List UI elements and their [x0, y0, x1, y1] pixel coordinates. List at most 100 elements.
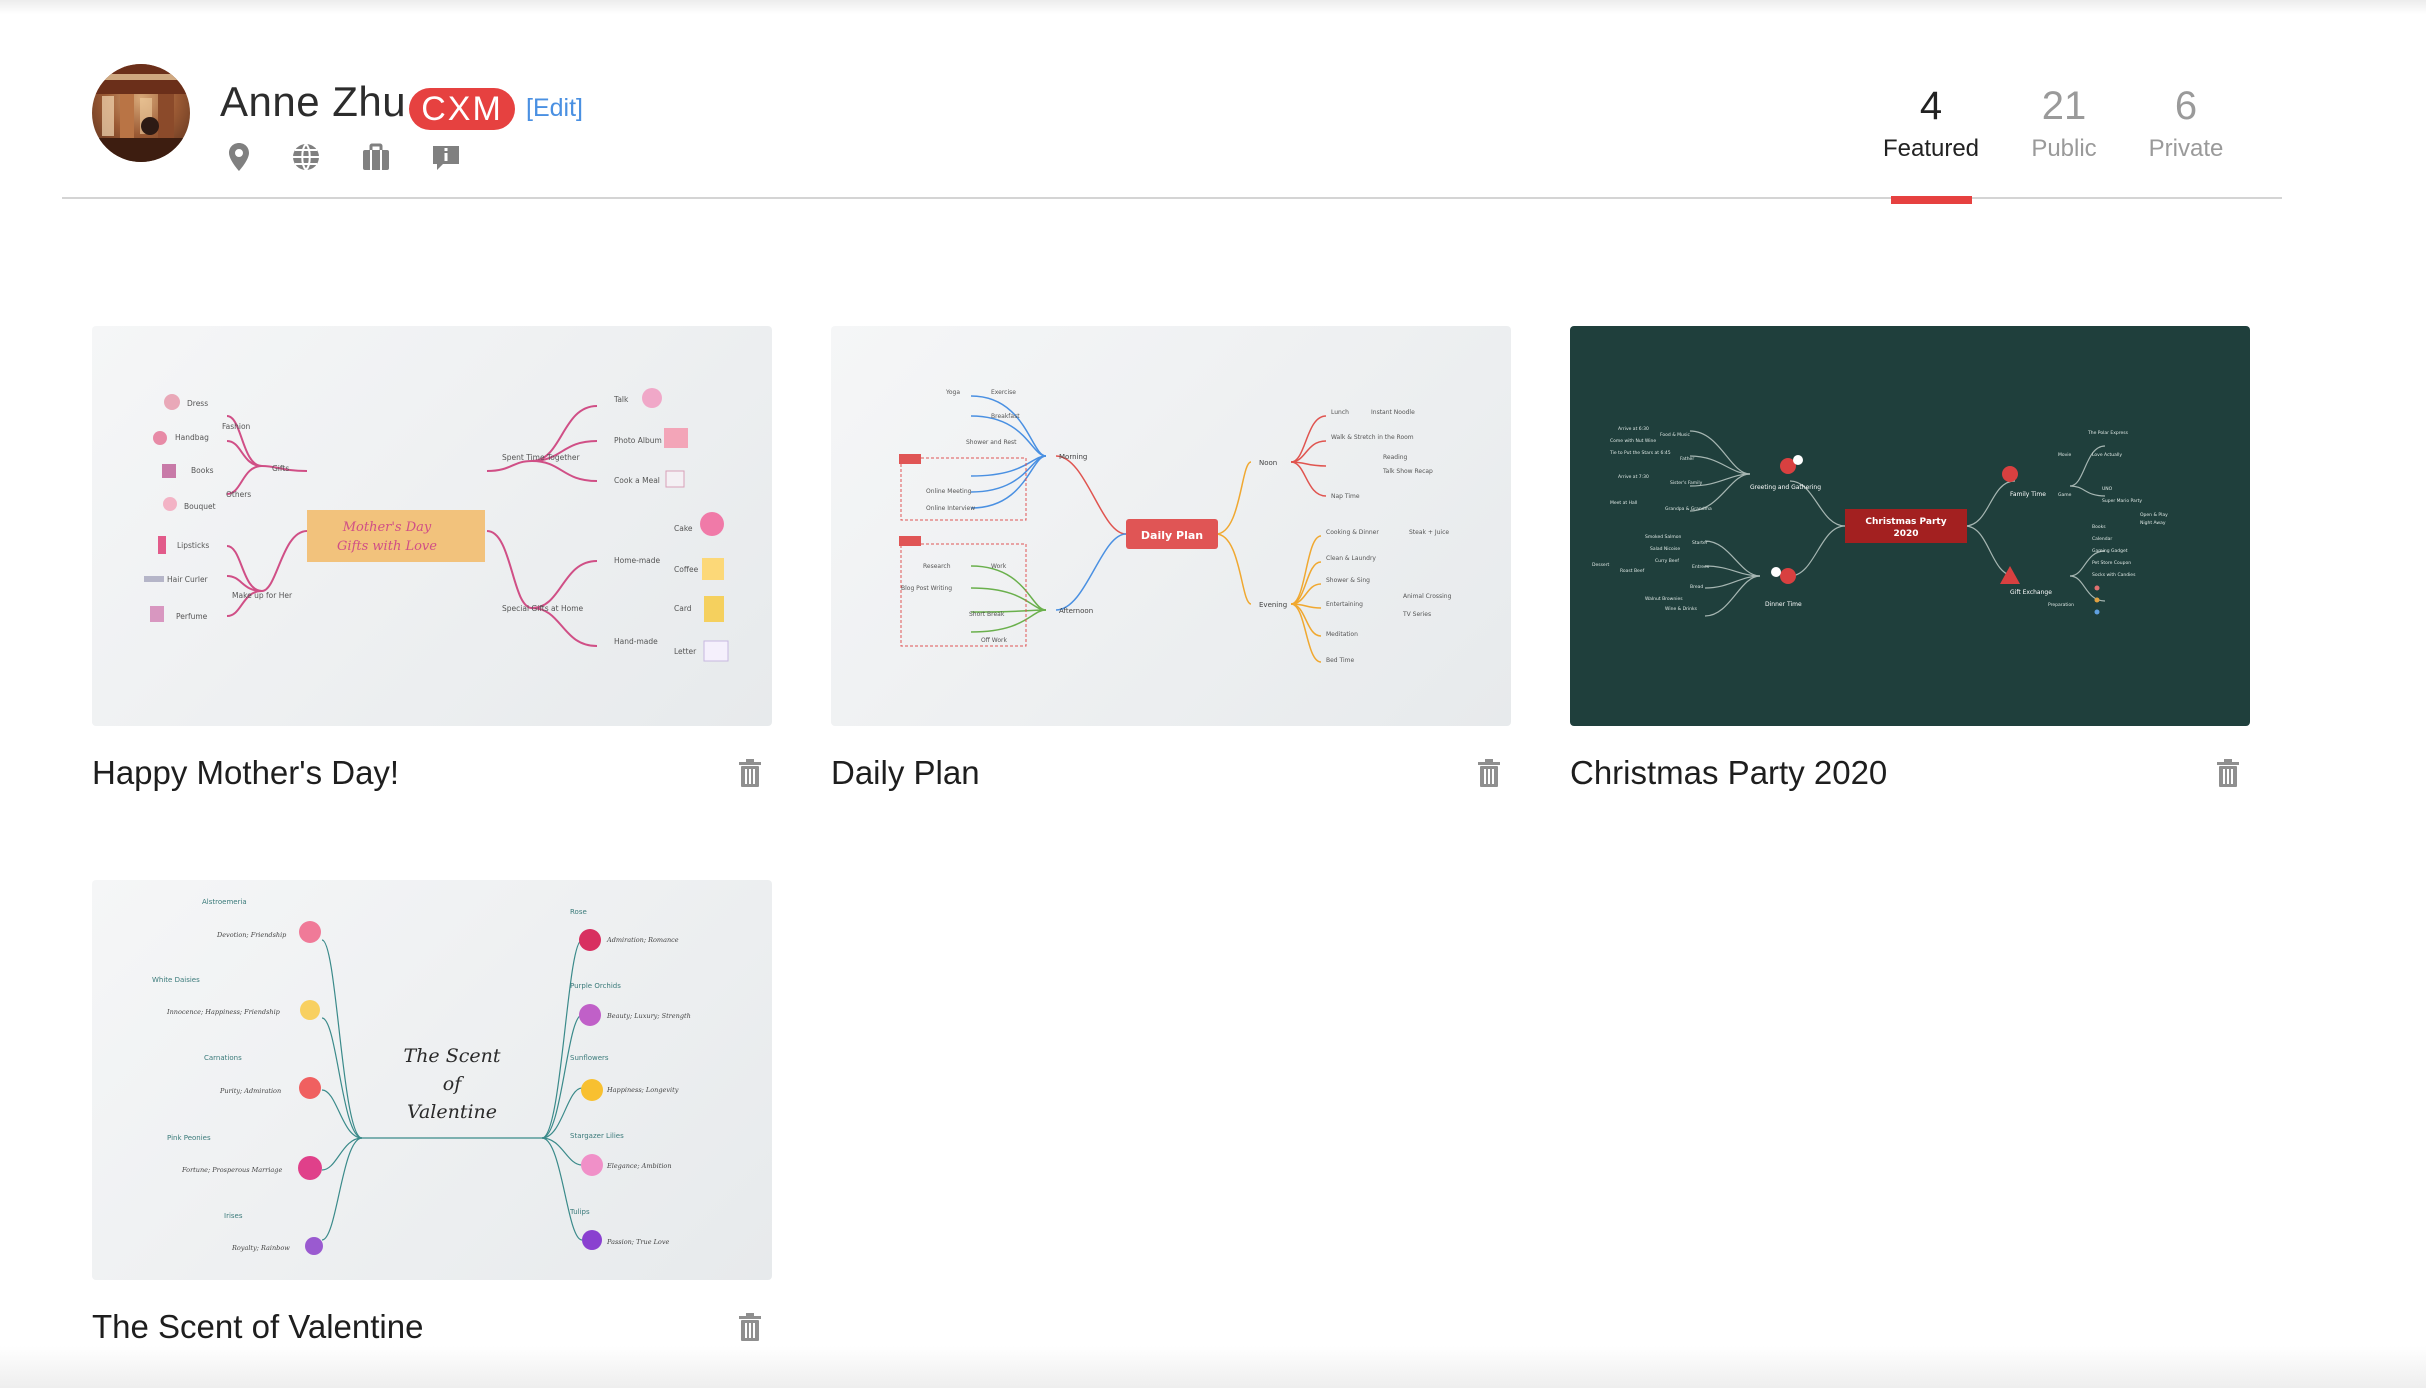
map-card: Christmas Party 2020 Greeting and Gather…	[1570, 326, 2250, 791]
trash-icon[interactable]	[738, 1312, 762, 1342]
map-thumbnail[interactable]: Daily Plan Morning Afternoon Noon Evenin…	[831, 326, 1511, 726]
svg-text:Super Mario Party: Super Mario Party	[2102, 498, 2142, 504]
svg-text:Letter: Letter	[674, 647, 697, 656]
trash-icon[interactable]	[2216, 758, 2240, 788]
svg-text:Curry Beef: Curry Beef	[1655, 558, 1679, 564]
svg-text:Pet Store Coupon: Pet Store Coupon	[2092, 560, 2131, 566]
svg-text:Gift Exchange: Gift Exchange	[2010, 589, 2052, 596]
bottom-shade	[0, 1346, 2426, 1388]
svg-text:Tie to Put the Stars at 6:45: Tie to Put the Stars at 6:45	[1609, 450, 1671, 456]
info-bubble-icon[interactable]	[429, 140, 463, 174]
tab-private[interactable]: 6 Private	[2111, 78, 2261, 164]
trash-icon[interactable]	[738, 758, 762, 788]
map-thumbnail[interactable]: Mother's Day Gifts with Love Gifts Make …	[92, 326, 772, 726]
svg-text:Gifts with Love: Gifts with Love	[337, 539, 437, 554]
featured-count: 4	[1919, 84, 1943, 128]
svg-text:Animal Crossing: Animal Crossing	[1403, 593, 1452, 600]
svg-text:Card: Card	[674, 604, 692, 613]
svg-text:Make up for Her: Make up for Her	[232, 591, 293, 600]
edit-profile-link[interactable]: [Edit]	[526, 94, 583, 123]
svg-text:Yoga: Yoga	[945, 389, 960, 396]
svg-text:Royalty; Rainbow: Royalty; Rainbow	[231, 1244, 290, 1252]
svg-text:Talk Show Recap: Talk Show Recap	[1382, 468, 1433, 475]
svg-text:Cake: Cake	[674, 524, 693, 533]
trash-icon[interactable]	[1477, 758, 1501, 788]
svg-text:Morning: Morning	[1059, 453, 1087, 461]
svg-text:Dessert: Dessert	[1592, 562, 1610, 568]
map-title[interactable]: Happy Mother's Day!	[92, 754, 399, 792]
svg-text:Arrive at 7:30: Arrive at 7:30	[1618, 474, 1649, 480]
svg-text:Smoked Salmon: Smoked Salmon	[1645, 534, 1681, 540]
svg-text:Grandpa & Grandma: Grandpa & Grandma	[1665, 506, 1712, 512]
svg-text:Clean & Laundry: Clean & Laundry	[1326, 555, 1376, 562]
globe-icon[interactable]	[289, 140, 323, 174]
svg-text:Breakfast: Breakfast	[991, 413, 1020, 420]
map-title[interactable]: The Scent of Valentine	[92, 1308, 423, 1346]
svg-text:Night Away: Night Away	[2140, 520, 2166, 526]
svg-text:Love Actually: Love Actually	[2092, 452, 2122, 458]
svg-text:Cooking & Dinner: Cooking & Dinner	[1326, 529, 1379, 536]
svg-text:Bed Time: Bed Time	[1326, 657, 1355, 664]
active-tab-indicator	[1891, 196, 1972, 204]
svg-text:Mother's Day: Mother's Day	[342, 520, 432, 535]
svg-text:Calendar: Calendar	[2092, 536, 2112, 542]
svg-text:Nap Time: Nap Time	[1331, 493, 1360, 500]
svg-text:Bread: Bread	[1690, 584, 1703, 590]
tab-featured[interactable]: 4 Featured	[1856, 78, 2006, 164]
svg-text:Special Gifts at Home: Special Gifts at Home	[502, 604, 583, 613]
svg-text:Greeting and Gathering: Greeting and Gathering	[1750, 484, 1821, 491]
svg-text:Shower & Sing: Shower & Sing	[1326, 577, 1370, 584]
svg-text:Father: Father	[1680, 456, 1694, 462]
map-center-node	[307, 510, 485, 562]
svg-text:Entrees: Entrees	[1692, 564, 1710, 570]
svg-text:Alstroemeria: Alstroemeria	[202, 898, 247, 906]
svg-text:Evening: Evening	[1259, 601, 1287, 609]
svg-text:of: of	[443, 1073, 464, 1095]
location-pin-icon[interactable]	[222, 140, 256, 174]
map-thumbnail[interactable]: The Scent of Valentine Alstroemeria Whit…	[92, 880, 772, 1280]
svg-text:Handbag: Handbag	[175, 433, 209, 442]
svg-text:Instant Noodle: Instant Noodle	[1371, 409, 1415, 416]
private-label: Private	[2148, 135, 2224, 162]
svg-text:Purple Orchids: Purple Orchids	[570, 982, 621, 990]
svg-text:Entertaining: Entertaining	[1326, 601, 1363, 608]
svg-text:Christmas Party: Christmas Party	[1865, 517, 1946, 527]
map-thumbnail[interactable]: Christmas Party 2020 Greeting and Gather…	[1570, 326, 2250, 726]
svg-text:Stargazer Lilies: Stargazer Lilies	[570, 1132, 624, 1140]
svg-text:Roast Beef: Roast Beef	[1620, 568, 1645, 574]
svg-text:Family Time: Family Time	[2010, 491, 2046, 498]
svg-text:Online Interview: Online Interview	[926, 505, 975, 512]
svg-text:Rose: Rose	[570, 908, 587, 916]
svg-text:Come with Nut Wine: Come with Nut Wine	[1610, 438, 1656, 444]
svg-text:Admiration; Romance: Admiration; Romance	[606, 936, 679, 944]
svg-text:Sunflowers: Sunflowers	[570, 1054, 609, 1062]
svg-text:Books: Books	[2092, 524, 2106, 530]
svg-text:Carnations: Carnations	[204, 1054, 242, 1062]
svg-text:Dress: Dress	[187, 399, 208, 408]
top-shade	[0, 0, 2426, 14]
svg-text:Pink Peonies: Pink Peonies	[167, 1134, 211, 1142]
svg-text:Afternoon: Afternoon	[1059, 607, 1093, 615]
svg-text:Exercise: Exercise	[991, 389, 1016, 396]
svg-text:White Daisies: White Daisies	[152, 976, 200, 984]
svg-text:Arrive at 6:30: Arrive at 6:30	[1618, 426, 1649, 432]
svg-text:Work: Work	[991, 563, 1007, 570]
svg-text:Wine & Drinks: Wine & Drinks	[1665, 606, 1698, 612]
private-count: 6	[2174, 84, 2198, 128]
svg-text:Salad Nicoise: Salad Nicoise	[1650, 546, 1680, 552]
svg-text:Lunch: Lunch	[1331, 409, 1349, 416]
map-title[interactable]: Daily Plan	[831, 754, 980, 792]
svg-text:Talk: Talk	[613, 395, 629, 404]
svg-text:Lipsticks: Lipsticks	[177, 541, 209, 550]
svg-text:Beauty; Luxury; Strength: Beauty; Luxury; Strength	[606, 1012, 691, 1020]
map-title[interactable]: Christmas Party 2020	[1570, 754, 1887, 792]
svg-text:Devotion; Friendship: Devotion; Friendship	[216, 931, 287, 939]
svg-text:Sister's Family: Sister's Family	[1670, 480, 1703, 486]
svg-text:Fortune; Prosperous Marriage: Fortune; Prosperous Marriage	[181, 1166, 282, 1174]
briefcase-icon[interactable]	[359, 140, 393, 174]
svg-text:Online Meeting: Online Meeting	[926, 488, 972, 495]
avatar[interactable]	[92, 64, 190, 162]
svg-text:Open & Play: Open & Play	[2140, 512, 2168, 518]
svg-text:Shower and Rest: Shower and Rest	[966, 439, 1017, 446]
svg-text:Gaming Gadget: Gaming Gadget	[2092, 548, 2128, 554]
